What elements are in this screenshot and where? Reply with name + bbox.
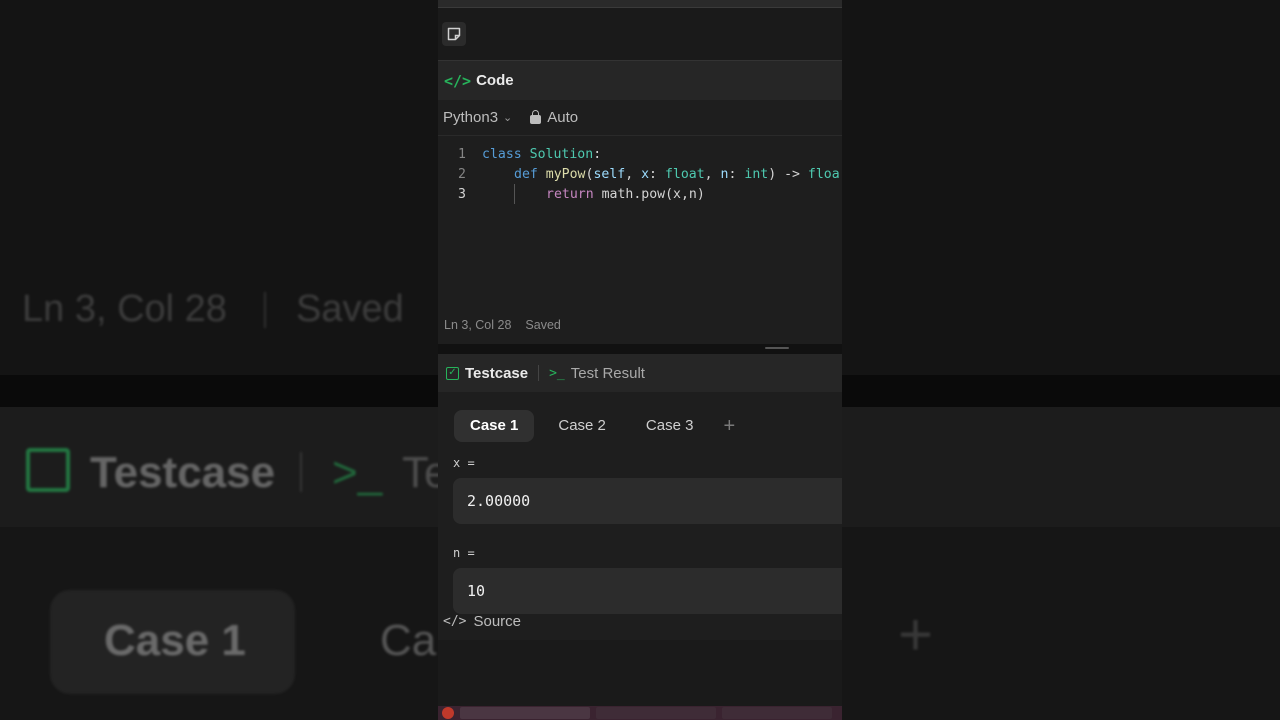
function-name: myPow xyxy=(545,166,586,182)
language-toolbar: Python3 ⌄ Auto xyxy=(438,100,842,136)
taskbar-window-3[interactable] xyxy=(722,707,832,719)
checkbox-icon: ✓ xyxy=(446,366,459,380)
code-editor[interactable]: 1 class Solution: 2 def myPow(self, x: f… xyxy=(438,136,842,344)
code-line: 1 class Solution: xyxy=(438,144,842,164)
code-line: 3 return math.pow(x,n) xyxy=(438,184,842,204)
bg-case1-text: Case 1 xyxy=(104,616,246,665)
type: int xyxy=(744,166,769,182)
tab-testcase[interactable]: Testcase xyxy=(465,365,528,382)
keyword: def xyxy=(514,166,538,182)
terminal-icon: >_ xyxy=(549,365,565,381)
cursor-position: Ln 3, Col 28 xyxy=(444,318,512,332)
lock-icon xyxy=(530,109,542,124)
punct: : xyxy=(649,166,665,182)
panel-resizer[interactable] xyxy=(438,344,842,354)
code-icon: </> xyxy=(444,71,472,90)
param: self xyxy=(593,166,626,182)
resize-grip-icon xyxy=(765,347,789,349)
tab-case-3[interactable]: Case 3 xyxy=(630,410,710,442)
testcase-body: Case 1 Case 2 Case 3 + x = 2.00000 n = 1… xyxy=(438,392,842,640)
background-left: Ln 3, Col 28 Saved Testcase >_ Te Case 1… xyxy=(0,0,438,720)
notes-row xyxy=(438,8,842,60)
code-title: Code xyxy=(476,72,514,89)
var-label-x: x = xyxy=(453,456,475,470)
taskbar xyxy=(438,706,842,720)
keyword: class xyxy=(482,146,522,162)
bg-saved-text: Saved xyxy=(296,288,404,330)
note-button[interactable] xyxy=(442,22,466,46)
bg-testcase-text: Testcase xyxy=(90,448,276,497)
editor-panel: </> Code Python3 ⌄ Auto 1 class Solution… xyxy=(438,0,842,720)
class-name: Solution xyxy=(529,146,594,162)
auto-mode-label: Auto xyxy=(547,109,579,126)
punct: , xyxy=(704,166,721,182)
punct: : xyxy=(593,146,602,162)
code-icon: </> xyxy=(443,614,467,629)
chevron-down-icon: ⌄ xyxy=(503,112,513,124)
expression: math.pow(x,n) xyxy=(601,187,705,202)
auto-mode-toggle[interactable]: Auto xyxy=(530,109,578,126)
add-case-button[interactable]: + xyxy=(723,415,735,438)
punct: : xyxy=(728,166,745,182)
keyword: return xyxy=(546,187,594,202)
type: floa xyxy=(807,166,840,182)
language-select[interactable]: Python3 ⌄ xyxy=(443,109,512,126)
var-input-n[interactable]: 10 xyxy=(453,568,842,614)
tab-test-result[interactable]: Test Result xyxy=(571,365,645,382)
line-number: 1 xyxy=(458,146,466,162)
taskbar-app-icon[interactable] xyxy=(442,707,454,719)
case-tabs: Case 1 Case 2 Case 3 + xyxy=(438,392,842,442)
bg-case-partial: Ca xyxy=(380,616,437,665)
taskbar-window-2[interactable] xyxy=(596,707,716,719)
save-status: Saved xyxy=(525,318,561,332)
line-number: 2 xyxy=(458,166,466,182)
code-header: </> Code xyxy=(438,60,842,100)
language-label: Python3 xyxy=(443,109,499,126)
taskbar-window-1[interactable] xyxy=(460,707,590,719)
tab-divider xyxy=(538,365,540,381)
background-right: + xyxy=(842,0,1280,720)
source-label: Source xyxy=(473,613,522,630)
bg-test-partial: Te xyxy=(402,448,438,497)
screen: Ln 3, Col 28 Saved Testcase >_ Te Case 1… xyxy=(0,0,1280,720)
bg-terminal-icon: >_ xyxy=(332,448,383,497)
editor-status: Ln 3, Col 28 Saved xyxy=(444,318,561,332)
tab-case-1[interactable]: Case 1 xyxy=(454,410,535,442)
line-number: 3 xyxy=(458,186,466,202)
test-header: ✓ Testcase >_ Test Result xyxy=(438,354,842,392)
bg-plus-icon: + xyxy=(898,601,934,668)
indent-guide xyxy=(514,184,515,204)
code-line: 2 def myPow(self, x: float, n: int) -> f… xyxy=(438,164,842,184)
type: float xyxy=(664,166,705,182)
var-input-x[interactable]: 2.00000 xyxy=(453,478,842,524)
note-icon xyxy=(447,27,461,41)
top-bar xyxy=(438,0,842,8)
var-label-n: n = xyxy=(453,546,475,560)
punct: ) -> xyxy=(768,166,808,182)
punct: , xyxy=(625,166,642,182)
bg-check-icon xyxy=(26,448,70,492)
tab-case-2[interactable]: Case 2 xyxy=(542,410,622,442)
bg-status-text: Ln 3, Col 28 xyxy=(22,288,227,330)
param: x xyxy=(641,166,650,182)
source-button[interactable]: </> Source xyxy=(443,613,521,630)
